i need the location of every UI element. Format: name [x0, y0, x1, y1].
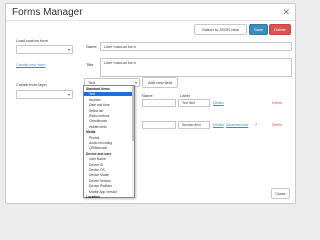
dropdown-option-device-version[interactable]: Device Version [84, 179, 134, 183]
name-label: Name [86, 44, 97, 49]
dialog-title: Forms Manager [12, 7, 83, 18]
close-icon[interactable]: ✕ [282, 7, 290, 18]
row-2-delete-link[interactable]: Delete [272, 123, 282, 127]
dropdown-option-device-os[interactable]: Device OS [84, 168, 134, 172]
row-2-dependencies-link[interactable]: Dependencies [226, 123, 248, 127]
delete-button[interactable]: Delete [269, 24, 291, 35]
chevron-down-icon: ▾ [134, 80, 137, 85]
chevron-down-icon: ▾ [67, 47, 70, 52]
title-textarea-value: User manual form [104, 60, 136, 65]
dropdown-scrollbar-thumb[interactable] [132, 86, 134, 141]
column-header-label: Label [180, 93, 190, 98]
row-1-delete-link[interactable]: Delete [272, 101, 282, 105]
title-label: Title [86, 62, 94, 67]
switch-json-view-button[interactable]: Switch to JSON view [194, 24, 247, 35]
dropdown-option-hidden-field[interactable]: Hidden field [84, 125, 134, 129]
row-2-label-value: Number field [182, 123, 201, 127]
chevron-down-icon: ▾ [67, 92, 70, 97]
external-link-icon[interactable]: ↗ [254, 122, 257, 127]
dropdown-group-media: Media [86, 130, 96, 135]
create-new-form-link[interactable]: Create new form [16, 62, 46, 67]
create-from-layer-label: Create from layer [16, 82, 47, 87]
dropdown-group-location: Location [86, 195, 100, 199]
dropdown-group-standard-items: Standard items [86, 87, 110, 91]
dropdown-group-device-and-user: Device and user [86, 151, 112, 156]
dropdown-option-text[interactable]: Text [84, 92, 134, 97]
name-input[interactable]: User manual form [100, 42, 292, 51]
title-textarea[interactable]: User manual form [100, 58, 292, 77]
close-button[interactable]: Close [271, 188, 290, 199]
dropdown-option-number[interactable]: Number [84, 98, 134, 102]
dropdown-option-select-list[interactable]: Select list [84, 109, 134, 113]
dropdown-option-user-name[interactable]: User Name [84, 157, 134, 161]
row-1-label-value: Text field [182, 101, 196, 105]
dropdown-option-qr-barcode[interactable]: QR/Barcode [84, 146, 134, 150]
row-1-details-link[interactable]: Details [213, 101, 224, 105]
dropdown-option-device-platform[interactable]: Device Platform [84, 184, 134, 188]
dropdown-option-photos[interactable]: Photos [84, 136, 134, 140]
load-form-select[interactable]: ▾ [16, 45, 73, 54]
header-divider [6, 20, 295, 21]
dropdown-option-mobile-app-version[interactable]: Mobile App Version [84, 190, 134, 194]
row-2-name-input[interactable] [142, 121, 176, 129]
row-2-label-input[interactable]: Number field [178, 121, 210, 129]
create-from-layer-select[interactable]: ▾ [16, 90, 73, 99]
dropdown-option-checkboxes[interactable]: Checkboxes [84, 119, 134, 123]
dropdown-scrollbar[interactable] [132, 86, 134, 197]
add-new-field-button[interactable]: Add new field [142, 77, 178, 88]
load-custom-form-label: Load custom form [16, 38, 49, 43]
dropdown-option-audio-recording[interactable]: Audio recording [84, 141, 134, 145]
row-2-details-link[interactable]: Details [213, 123, 224, 127]
column-header-name: Name [142, 93, 153, 98]
dropdown-option-radio-buttons[interactable]: Radio buttons [84, 114, 134, 118]
forms-manager-dialog: Forms Manager ✕ Switch to JSON view Save… [5, 3, 296, 204]
save-button[interactable]: Save [249, 24, 268, 35]
dropdown-option-device-model[interactable]: Device Model [84, 173, 134, 177]
name-input-value: User manual form [104, 44, 136, 49]
dropdown-option-device-id[interactable]: Device ID [84, 163, 134, 167]
field-type-dropdown-list[interactable]: Standard items Text Number Date and time Sel… [83, 85, 135, 199]
row-1-name-input[interactable] [142, 99, 176, 107]
dropdown-option-date-and-time[interactable]: Date and time [84, 103, 134, 107]
row-1-label-input[interactable]: Text field [178, 99, 210, 107]
